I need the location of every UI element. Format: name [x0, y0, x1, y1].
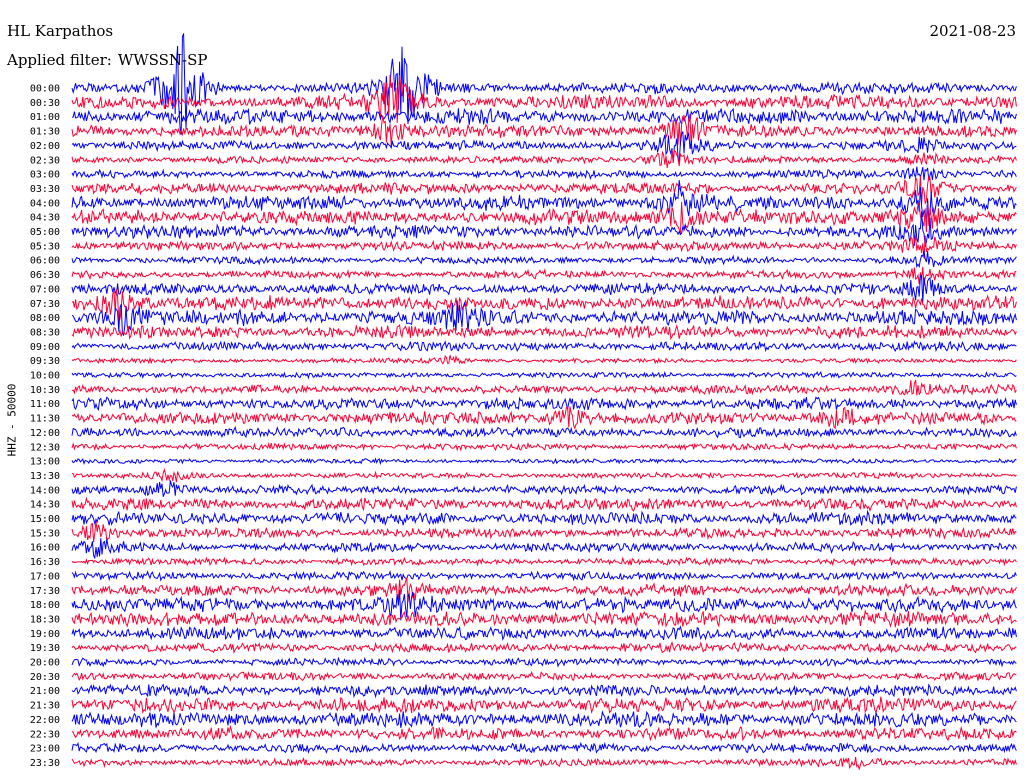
filter-label-text: Applied filter:: [7, 51, 112, 69]
time-tick-label: 14:00: [30, 485, 60, 496]
trace-row-1530: [71, 520, 1017, 543]
time-tick-label: 22:30: [30, 729, 60, 740]
time-tick-label: 12:00: [30, 428, 60, 439]
trace-row-0600: [71, 250, 1017, 269]
time-tick-label: 19:00: [30, 629, 60, 640]
trace-row-2130: [71, 696, 1017, 715]
time-label-layer: 00:00 00:30 01:00 01:30 02:00 02:30 03:00 03:30…: [30, 84, 60, 769]
time-tick-label: 05:30: [30, 241, 60, 252]
time-tick-label: 09:30: [30, 356, 60, 367]
trace-row-1730: [71, 577, 1017, 602]
trace-row-2030: [71, 670, 1017, 682]
time-tick-label: 23:30: [30, 758, 60, 769]
time-tick-label: 20:00: [30, 658, 60, 669]
trace-row-1100: [71, 396, 1017, 412]
time-tick-label: 10:00: [30, 371, 60, 382]
trace-row-1600: [71, 538, 1017, 560]
trace-row-0630: [71, 266, 1017, 286]
helicorder-chart: 00:00 00:30 01:00 01:30 02:00 02:30 03:00 03:30…: [30, 33, 1017, 771]
date-label: 2021-08-23: [929, 22, 1016, 40]
trace-row-1630: [71, 556, 1017, 567]
trace-row-2230: [71, 724, 1017, 742]
time-tick-label: 07:30: [30, 299, 60, 310]
filter-value: WWSSN-SP: [117, 51, 208, 69]
trace-row-1400: [71, 480, 1017, 497]
trace-row-1330: [71, 467, 1017, 483]
trace-row-2000: [71, 656, 1017, 668]
time-tick-label: 01:30: [30, 127, 60, 138]
time-tick-label: 09:00: [30, 342, 60, 353]
trace-row-1130: [71, 405, 1017, 430]
time-tick-label: 13:30: [30, 471, 60, 482]
trace-row-1500: [71, 509, 1017, 527]
filter-label: Applied filter: WWSSN-SP: [7, 51, 208, 69]
time-tick-label: 16:30: [30, 557, 60, 568]
time-tick-label: 06:00: [30, 256, 60, 267]
time-tick-label: 17:30: [30, 586, 60, 597]
time-tick-label: 20:30: [30, 672, 60, 683]
trace-row-0300: [71, 166, 1017, 181]
time-tick-label: 08:30: [30, 327, 60, 338]
time-tick-label: 23:00: [30, 744, 60, 755]
time-tick-label: 11:00: [30, 399, 60, 410]
station-title: HL Karpathos: [7, 22, 114, 40]
time-tick-label: 15:30: [30, 528, 60, 539]
trace-row-1830: [71, 609, 1017, 628]
trace-row-0830: [71, 324, 1017, 341]
time-tick-label: 03:00: [30, 170, 60, 181]
time-tick-label: 19:30: [30, 643, 60, 654]
time-tick-label: 16:00: [30, 543, 60, 554]
time-tick-label: 10:30: [30, 385, 60, 396]
trace-row-0900: [71, 340, 1017, 353]
time-tick-label: 11:30: [30, 414, 60, 425]
trace-row-1300: [71, 457, 1017, 466]
helicorder-page: HL Karpathos 2021-08-23 Applied filter: W…: [0, 0, 1024, 780]
time-tick-label: 00:30: [30, 98, 60, 109]
time-tick-label: 18:00: [30, 600, 60, 611]
time-tick-label: 03:30: [30, 184, 60, 195]
trace-row-1430: [71, 496, 1017, 513]
trace-row-1030: [71, 379, 1017, 396]
trace-row-0100: [71, 107, 1017, 126]
time-tick-label: 22:00: [30, 715, 60, 726]
trace-row-1200: [71, 425, 1017, 439]
time-tick-label: 02:30: [30, 155, 60, 166]
trace-layer: [71, 33, 1017, 771]
trace-row-2200: [71, 710, 1017, 729]
channel-label-text: HHZ - 50000: [5, 383, 19, 457]
trace-row-2100: [71, 683, 1017, 699]
time-tick-label: 15:00: [30, 514, 60, 525]
trace-row-2330: [71, 756, 1017, 771]
trace-row-1930: [71, 641, 1017, 655]
trace-row-0700: [71, 274, 1017, 303]
time-tick-label: 07:00: [30, 284, 60, 295]
time-tick-label: 01:00: [30, 112, 60, 123]
time-tick-label: 06:30: [30, 270, 60, 281]
time-tick-label: 08:00: [30, 313, 60, 324]
trace-row-0230: [71, 149, 1017, 168]
time-tick-label: 02:00: [30, 141, 60, 152]
time-tick-label: 00:00: [30, 84, 60, 95]
time-tick-label: 04:30: [30, 213, 60, 224]
time-tick-label: 12:30: [30, 442, 60, 453]
trace-row-1230: [71, 441, 1017, 452]
trace-row-0200: [71, 131, 1017, 163]
trace-row-1000: [71, 370, 1017, 380]
time-tick-label: 18:30: [30, 614, 60, 625]
trace-row-1900: [71, 625, 1017, 641]
trace-row-0930: [71, 354, 1017, 365]
time-tick-label: 21:30: [30, 701, 60, 712]
trace-row-2300: [71, 741, 1017, 755]
time-tick-label: 13:00: [30, 457, 60, 468]
time-tick-label: 21:00: [30, 686, 60, 697]
trace-row-1700: [71, 570, 1017, 582]
time-tick-label: 04:00: [30, 198, 60, 209]
trace-row-0530: [71, 235, 1017, 259]
time-tick-label: 17:00: [30, 571, 60, 582]
time-tick-label: 05:00: [30, 227, 60, 238]
time-tick-label: 14:30: [30, 500, 60, 511]
